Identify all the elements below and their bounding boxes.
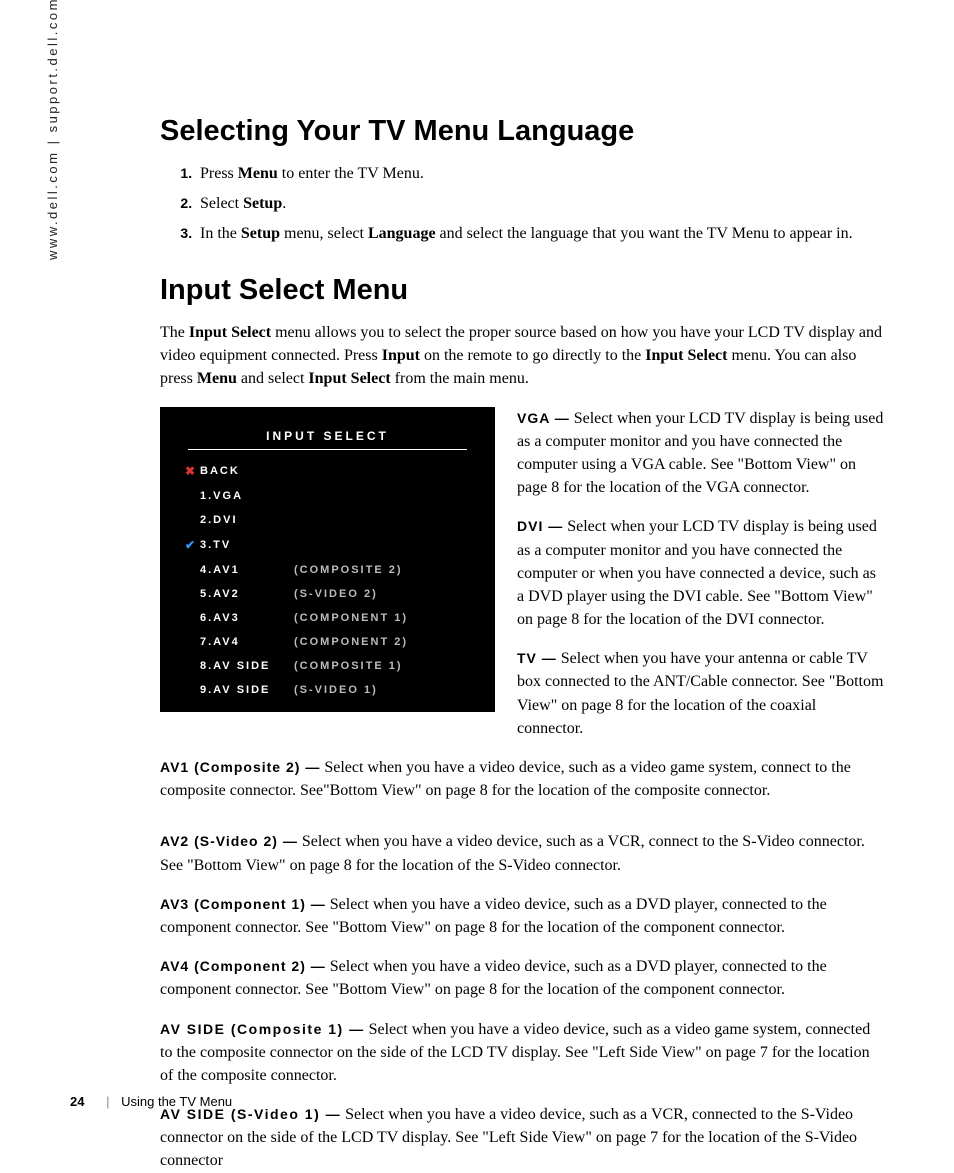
manual-page: www.dell.com | support.dell.com Selectin…	[0, 0, 954, 1145]
osd-label: 8.AV SIDE	[200, 660, 294, 672]
term-text: Select when your LCD TV display is being…	[517, 518, 877, 628]
step-1: Press Menu to enter the TV Menu.	[196, 162, 884, 186]
term-label: TV —	[517, 650, 557, 666]
osd-label: 9.AV SIDE	[200, 684, 294, 696]
osd-item: 6.AV3(COMPONENT 1)	[182, 612, 473, 624]
osd-label: 2.DVI	[200, 514, 294, 526]
input-intro: The Input Select menu allows you to sele…	[160, 321, 884, 391]
input-desc: AV1 (Composite 2) — Select when you have…	[160, 756, 884, 802]
osd-label: BACK	[200, 465, 294, 477]
input-desc: AV SIDE (S-Video 1) — Select when you ha…	[160, 1103, 884, 1173]
osd-item: ✔3.TV	[182, 538, 473, 552]
osd-sublabel: (S-VIDEO 2)	[294, 588, 378, 600]
osd-label: 6.AV3	[200, 612, 294, 624]
wrap-section: INPUT SELECT ✖BACK1.VGA2.DVI✔3.TV4.AV1(C…	[160, 407, 884, 815]
osd-title: INPUT SELECT	[188, 429, 467, 450]
heading-input-select: Input Select Menu	[160, 274, 884, 307]
osd-label: 1.VGA	[200, 490, 294, 502]
osd-label: 7.AV4	[200, 636, 294, 648]
osd-sublabel: (S-VIDEO 1)	[294, 684, 378, 696]
footer-divider: |	[106, 1094, 109, 1109]
term-label: VGA —	[517, 410, 570, 426]
osd-item: 5.AV2(S-VIDEO 2)	[182, 588, 473, 600]
page-footer: 24 | Using the TV Menu	[70, 1094, 232, 1109]
term-label: AV SIDE (Composite 1) —	[160, 1021, 365, 1037]
term-text: Select when you have your antenna or cab…	[517, 650, 883, 737]
osd-sublabel: (COMPOSITE 1)	[294, 660, 403, 672]
heading-language: Selecting Your TV Menu Language	[160, 115, 884, 148]
term-label: AV1 (Composite 2) —	[160, 759, 320, 775]
osd-sublabel: (COMPOSITE 2)	[294, 564, 403, 576]
term-text: Select when your LCD TV display is being…	[517, 410, 883, 497]
input-desc: AV SIDE (Composite 1) — Select when you …	[160, 1018, 884, 1088]
osd-menu: INPUT SELECT ✖BACK1.VGA2.DVI✔3.TV4.AV1(C…	[160, 407, 495, 712]
osd-label: 3.TV	[200, 539, 294, 551]
step-3: In the Setup menu, select Language and s…	[196, 222, 884, 246]
osd-item: 7.AV4(COMPONENT 2)	[182, 636, 473, 648]
input-desc: AV2 (S-Video 2) — Select when you have a…	[160, 830, 884, 876]
steps-list: Press Menu to enter the TV Menu. Select …	[160, 162, 884, 246]
term-label: DVI —	[517, 518, 563, 534]
term-label: AV4 (Component 2) —	[160, 958, 326, 974]
page-number: 24	[70, 1094, 84, 1109]
osd-item: ✖BACK	[182, 464, 473, 478]
side-url: www.dell.com | support.dell.com	[45, 0, 60, 260]
footer-title: Using the TV Menu	[121, 1094, 232, 1109]
osd-label: 4.AV1	[200, 564, 294, 576]
osd-label: 5.AV2	[200, 588, 294, 600]
check-icon: ✔	[182, 538, 200, 552]
step-2: Select Setup.	[196, 192, 884, 216]
term-label: AV3 (Component 1) —	[160, 896, 326, 912]
osd-item: 4.AV1(COMPOSITE 2)	[182, 564, 473, 576]
osd-sublabel: (COMPONENT 1)	[294, 612, 408, 624]
osd-item: 8.AV SIDE(COMPOSITE 1)	[182, 660, 473, 672]
osd-item: 9.AV SIDE(S-VIDEO 1)	[182, 684, 473, 696]
osd-sublabel: (COMPONENT 2)	[294, 636, 408, 648]
osd-item: 1.VGA	[182, 490, 473, 502]
close-icon: ✖	[182, 464, 200, 478]
osd-item: 2.DVI	[182, 514, 473, 526]
input-desc: AV4 (Component 2) — Select when you have…	[160, 955, 884, 1001]
term-label: AV2 (S-Video 2) —	[160, 833, 298, 849]
input-desc: AV3 (Component 1) — Select when you have…	[160, 893, 884, 939]
